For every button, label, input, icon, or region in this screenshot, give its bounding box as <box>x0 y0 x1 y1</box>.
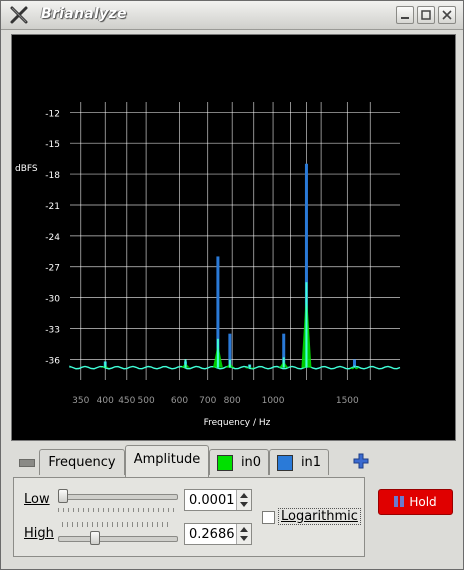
app-window: Brianalyze -12 -15 -18 -21 -24 -27 -30 -33 -36 35… <box>0 0 464 570</box>
high-slider-track[interactable] <box>58 536 178 542</box>
in0-peak-core <box>216 338 219 368</box>
tab-frequency[interactable]: Frequency <box>39 449 125 475</box>
in0-peak-core <box>184 359 187 368</box>
low-label-text: Low <box>24 492 50 507</box>
spin-up-icon[interactable] <box>240 527 248 532</box>
high-label-text: High <box>24 526 54 541</box>
x-tick-label: 700 <box>199 396 216 406</box>
y-axis-label: dBFS <box>15 164 38 174</box>
y-tick-label: -33 <box>45 326 60 336</box>
amplitude-panel: Low High Logarithmic <box>13 477 365 557</box>
in0-peak-core <box>305 282 308 368</box>
x-tick-label: 450 <box>118 396 135 406</box>
y-tick-label: -15 <box>45 140 60 150</box>
in0-peak-core <box>282 357 285 368</box>
low-slider-track[interactable] <box>58 494 178 500</box>
tab-in0[interactable]: in0 <box>209 449 269 475</box>
y-tick-label: -36 <box>45 356 60 366</box>
spin-down-icon[interactable] <box>240 536 248 541</box>
tab-in1[interactable]: in1 <box>269 449 329 475</box>
in0-peak-core <box>353 365 356 368</box>
y-tick-label: -24 <box>45 233 60 243</box>
tab-frequency-label: Frequency <box>48 455 116 470</box>
high-slider-ticks <box>62 522 172 527</box>
high-slider-handle[interactable] <box>90 531 101 545</box>
tab-in1-label: in1 <box>300 455 322 470</box>
maximize-icon <box>421 10 431 20</box>
low-slider-ticks <box>58 508 176 512</box>
minimize-button[interactable] <box>396 6 414 24</box>
tab-amplitude-label: Amplitude <box>133 452 201 467</box>
low-value-input[interactable] <box>185 490 241 510</box>
low-label: Low <box>24 492 50 507</box>
close-button[interactable] <box>438 6 456 24</box>
x-tick-label: 1000 <box>262 396 285 406</box>
tab-strip: Frequency Amplitude in0 in1 <box>13 445 453 477</box>
hold-button[interactable]: Hold <box>378 489 453 515</box>
high-spinbox[interactable] <box>184 523 252 545</box>
x-tick-label: 800 <box>224 396 241 406</box>
x-tick-label: 500 <box>138 396 155 406</box>
close-icon <box>442 10 452 20</box>
in0-peak-core <box>104 361 107 368</box>
x-tick-label: 600 <box>171 396 188 406</box>
high-value-input[interactable] <box>185 524 241 544</box>
y-tick-label: -27 <box>45 264 60 274</box>
y-tick-label: -18 <box>45 171 60 181</box>
y-tick-label: -21 <box>45 202 60 212</box>
x-tick-label: 1500 <box>336 396 359 406</box>
tab-amplitude[interactable]: Amplitude <box>125 445 209 477</box>
hold-label: Hold <box>409 495 437 509</box>
spectrum-chart: -12 -15 -18 -21 -24 -27 -30 -33 -36 350 400 450 500 6… <box>15 102 401 428</box>
in0-color-swatch <box>216 454 233 471</box>
low-slider-handle[interactable] <box>58 489 68 503</box>
logarithmic-label[interactable]: Logarithmic <box>278 508 361 525</box>
x-axis-label: Frequency / Hz <box>204 418 271 428</box>
add-channel-icon[interactable] <box>353 453 369 469</box>
spin-down-icon[interactable] <box>240 502 248 507</box>
y-tick-label: -12 <box>45 109 60 119</box>
pause-icon <box>394 496 405 507</box>
minimize-icon <box>401 17 409 19</box>
logarithmic-label-text: Logarithmic <box>281 509 358 524</box>
low-spinbox[interactable] <box>184 489 252 511</box>
spectrum-plot[interactable]: -12 -15 -18 -21 -24 -27 -30 -33 -36 350 400 450 500 6… <box>11 34 456 441</box>
in0-peak-core <box>248 364 251 368</box>
high-label: High <box>24 526 54 541</box>
title-bar[interactable]: Brianalyze <box>1 1 463 30</box>
high-spin-arrows[interactable] <box>236 524 251 544</box>
x-tick-label: 400 <box>97 396 114 406</box>
collapse-icon[interactable] <box>19 459 35 467</box>
logarithmic-checkbox[interactable] <box>262 511 275 524</box>
low-spin-arrows[interactable] <box>236 490 251 510</box>
tab-in0-label: in0 <box>240 455 262 470</box>
app-x-icon[interactable] <box>9 5 29 25</box>
x-tick-label: 350 <box>72 396 89 406</box>
in0-peak-core <box>228 359 231 368</box>
maximize-button[interactable] <box>417 6 435 24</box>
window-title: Brianalyze <box>41 6 127 22</box>
spin-up-icon[interactable] <box>240 493 248 498</box>
y-tick-label: -30 <box>45 295 60 305</box>
in1-color-swatch <box>276 454 293 471</box>
